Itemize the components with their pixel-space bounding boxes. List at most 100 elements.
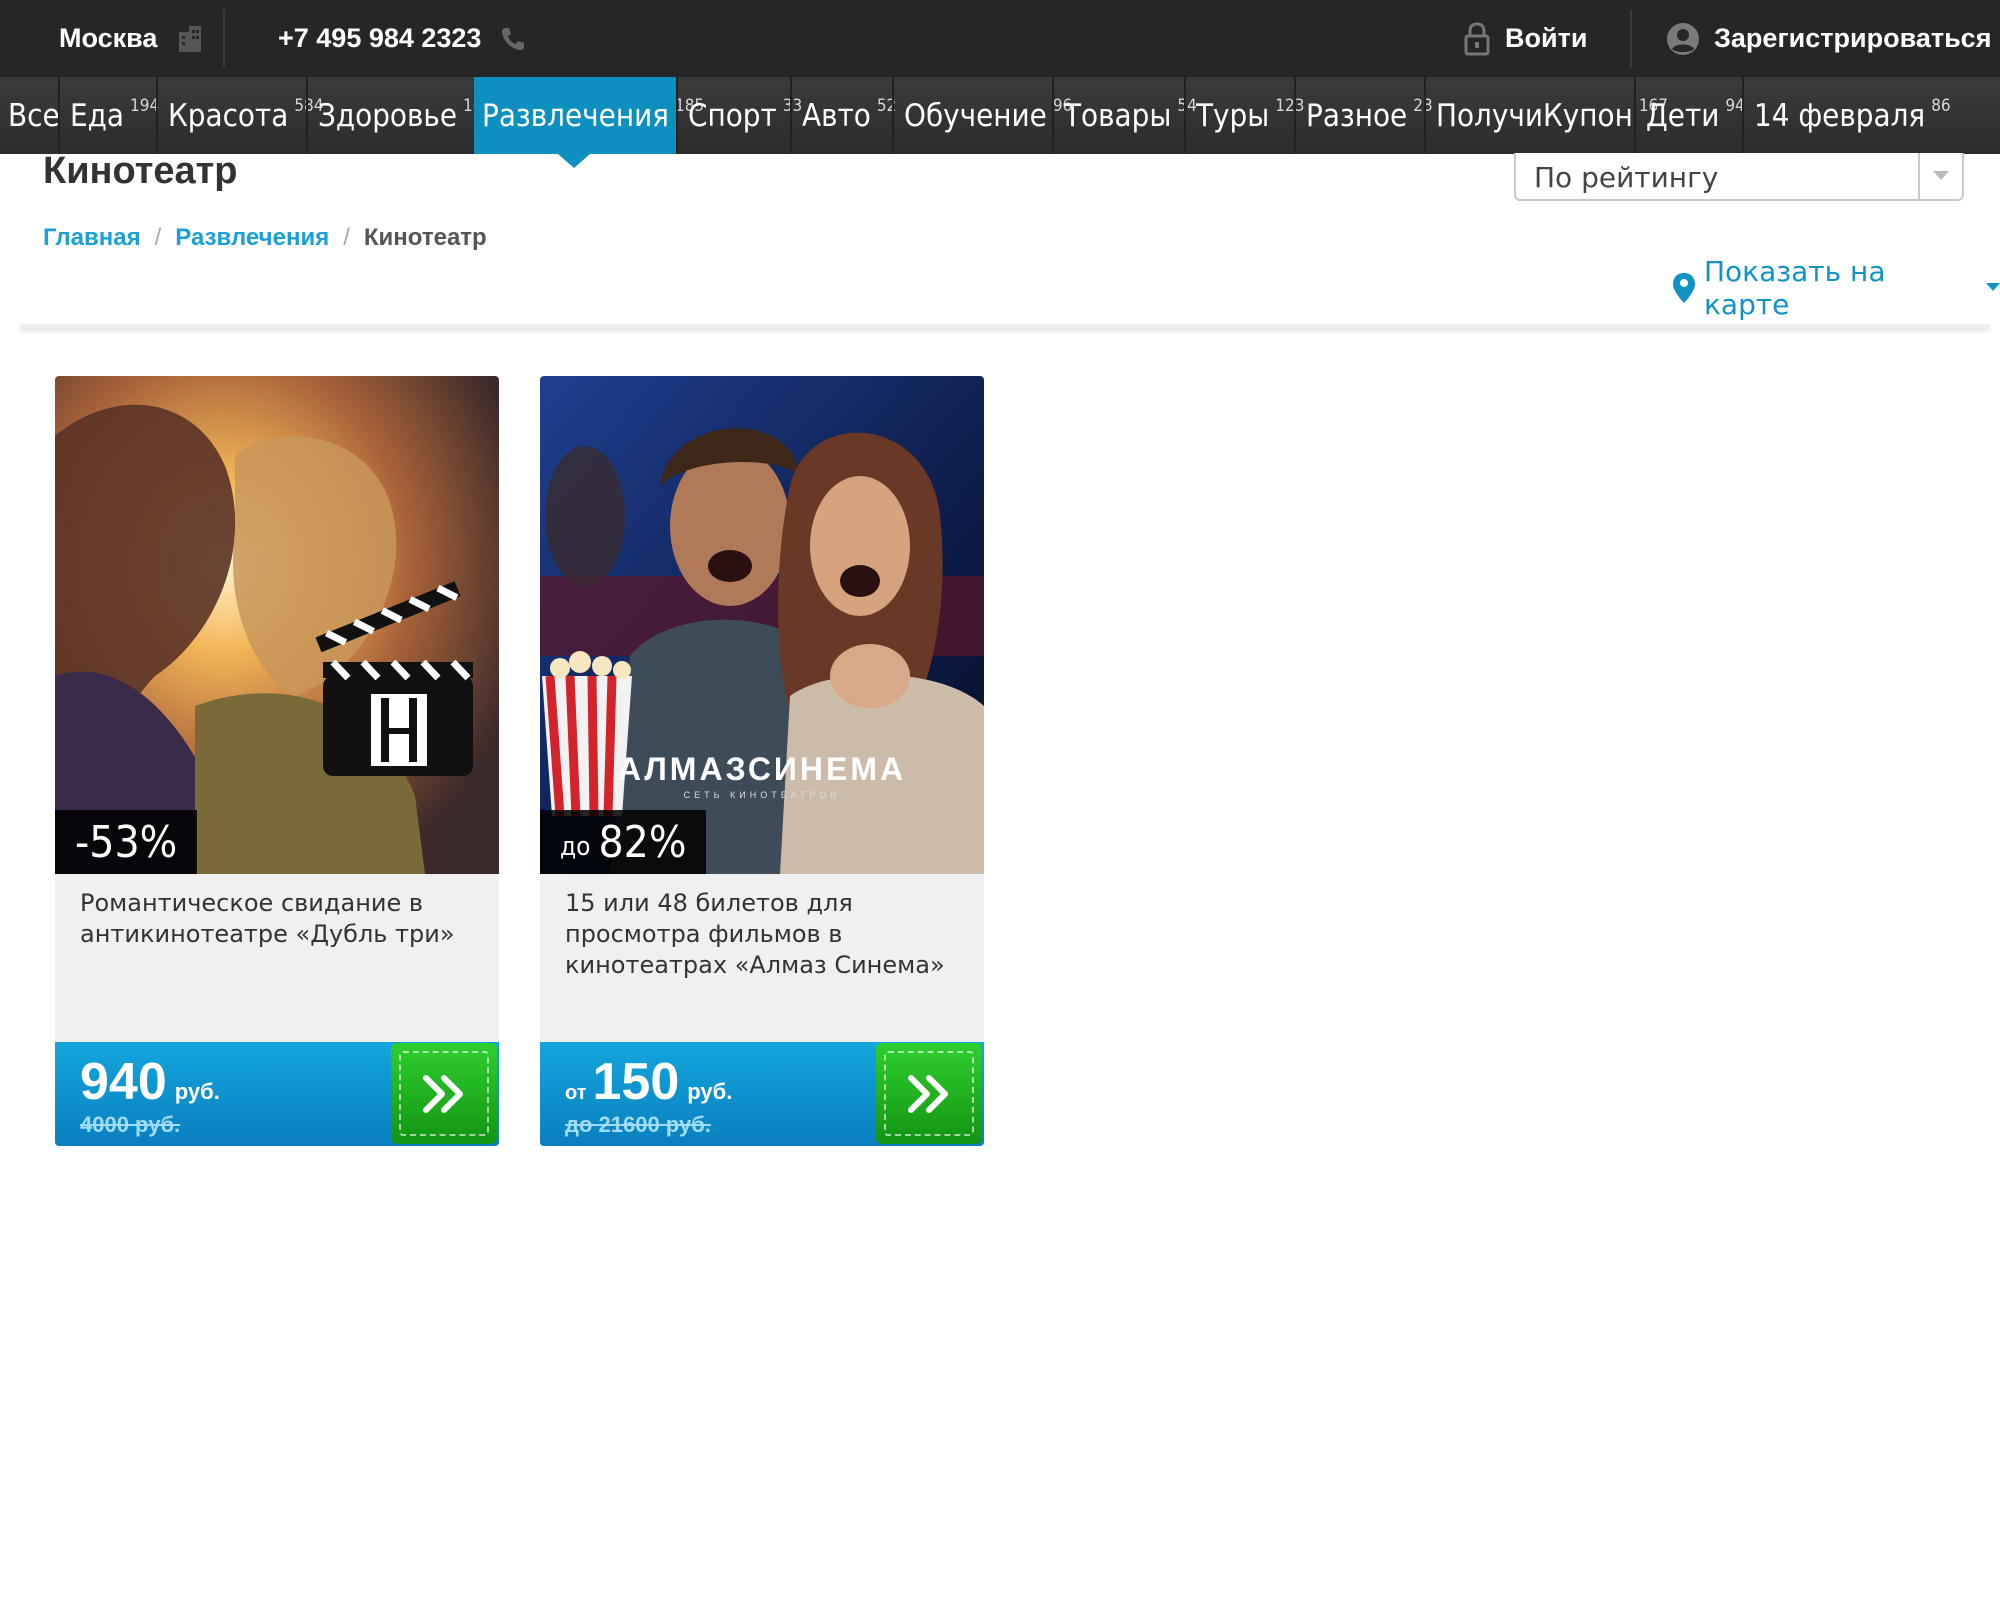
map-pin-icon xyxy=(1672,272,1696,304)
city-selector[interactable]: Москва xyxy=(59,0,205,77)
breadcrumb-separator: / xyxy=(343,224,350,251)
discount-badge: -53% xyxy=(55,810,198,874)
nav-divider xyxy=(156,77,158,154)
user-icon xyxy=(1666,22,1700,56)
price-bar: от 150 руб. до 21600 руб. xyxy=(540,1042,984,1146)
old-price: до 21600 руб. xyxy=(565,1112,711,1137)
nav-divider xyxy=(1294,77,1296,154)
deal-card[interactable]: -53% Романтическое свидание в антикиноте… xyxy=(55,376,499,1146)
register-label: Зарегистрироваться xyxy=(1714,23,1992,53)
top-bar: Москва +7 495 984 2323 Войти Зарегистрир… xyxy=(0,0,2000,77)
deal-title[interactable]: Романтическое свидание в антикинотеатре … xyxy=(80,888,480,950)
nav-item-coupon[interactable]: ПолучиКупон 167 xyxy=(1428,77,1668,154)
phone-link[interactable]: +7 495 984 2323 xyxy=(278,0,527,77)
nav-label: Спорт xyxy=(688,97,777,134)
nav-item-health[interactable]: Здоровье164 xyxy=(310,77,492,154)
double-chevron-right-icon xyxy=(422,1074,466,1114)
lock-icon xyxy=(1463,21,1491,57)
phone-icon xyxy=(499,25,527,53)
nav-item-goods[interactable]: Товары 54 xyxy=(1056,77,1197,154)
deal-card[interactable]: АЛМАЗСИНЕМА СЕТЬ КИНОТЕАТРОВ до 82% 15 и… xyxy=(540,376,984,1146)
nav-divider xyxy=(790,77,792,154)
price-value: 940 xyxy=(80,1053,167,1111)
double-chevron-right-icon xyxy=(907,1074,951,1114)
nav-item-kids[interactable]: Дети 94 xyxy=(1638,77,1745,154)
price: от 150 руб. xyxy=(565,1052,732,1112)
nav-divider xyxy=(306,77,308,154)
nav-label: Обучение xyxy=(904,97,1047,134)
caret-down-icon xyxy=(1986,283,2000,293)
price-unit: руб. xyxy=(174,1079,220,1104)
topbar-divider xyxy=(1630,10,1632,67)
phone-number: +7 495 984 2323 xyxy=(278,23,482,53)
sort-select[interactable]: По рейтингу xyxy=(1514,153,1964,201)
login-link[interactable]: Войти xyxy=(1463,0,1587,77)
price-bar: 940 руб. 4000 руб. xyxy=(55,1042,499,1146)
nav-divider xyxy=(1742,77,1744,154)
nav-divider xyxy=(1052,77,1054,154)
open-deal-button[interactable] xyxy=(391,1043,497,1144)
category-nav: Все Еда 194 Красота584 Здоровье164 Развле… xyxy=(0,77,2000,154)
nav-item-beauty[interactable]: Красота 584 xyxy=(160,77,324,154)
header-divider xyxy=(20,324,1990,328)
breadcrumb-section-link[interactable]: Развлечения xyxy=(175,224,329,252)
nav-divider xyxy=(892,77,894,154)
sort-selected-value: По рейтингу xyxy=(1534,161,1719,194)
active-nav-pointer xyxy=(558,154,590,168)
nav-item-entertainment[interactable]: Развлечения 185 xyxy=(474,77,704,154)
nav-item-education[interactable]: Обучение 96 xyxy=(896,77,1072,154)
deal-image[interactable]: АЛМАЗСИНЕМА СЕТЬ КИНОТЕАТРОВ до 82% xyxy=(540,376,984,874)
nav-item-misc[interactable]: Разное 23 xyxy=(1298,77,1433,154)
nav-label: Красота xyxy=(168,97,289,134)
nav-divider xyxy=(1634,77,1636,154)
cinema-logo-subtitle: СЕТЬ КИНОТЕАТРОВ xyxy=(684,790,841,800)
nav-divider xyxy=(1424,77,1426,154)
price: 940 руб. xyxy=(80,1052,220,1112)
price-value: 150 xyxy=(592,1053,680,1111)
nav-item-all[interactable]: Все xyxy=(0,77,60,154)
deal-title[interactable]: 15 или 48 билетов для просмотра фильмов … xyxy=(565,888,965,981)
city-label: Москва xyxy=(59,23,158,53)
breadcrumb-separator: / xyxy=(154,224,162,251)
nav-divider xyxy=(676,77,678,154)
login-label: Войти xyxy=(1505,23,1588,53)
map-link-label: Показать на карте xyxy=(1704,255,1886,321)
deal-image[interactable]: -53% xyxy=(55,376,499,874)
price-prefix: от xyxy=(565,1082,587,1104)
page-title: Кинотеатр xyxy=(43,150,238,192)
old-price: 4000 руб. xyxy=(80,1112,181,1137)
nav-item-food[interactable]: Еда 194 xyxy=(62,77,160,154)
nav-divider xyxy=(58,77,60,154)
nav-count: 194 xyxy=(130,96,160,116)
show-on-map-link[interactable]: Показать на карте xyxy=(1672,255,2000,321)
nav-item-feb14[interactable]: 14 февраля 86 xyxy=(1746,77,1951,154)
nav-label: Товары xyxy=(1064,97,1172,134)
nav-label: Туры xyxy=(1196,97,1270,134)
discount-value: 82% xyxy=(598,816,687,868)
cinema-logo-text: АЛМАЗСИНЕМА xyxy=(618,751,906,787)
nav-label: Разное xyxy=(1306,97,1408,134)
topbar-divider xyxy=(223,10,225,67)
breadcrumb-home-link[interactable]: Главная xyxy=(43,224,141,252)
nav-item-auto[interactable]: Авто 52 xyxy=(794,77,896,154)
open-deal-button[interactable] xyxy=(876,1043,982,1144)
nav-label: Все xyxy=(8,97,60,134)
nav-label: Еда xyxy=(70,97,124,134)
register-link[interactable]: Зарегистрироваться xyxy=(1666,0,1991,77)
nav-count: 86 xyxy=(1931,96,1951,116)
nav-item-tours[interactable]: Туры 123 xyxy=(1188,77,1304,154)
breadcrumb: Главная / Развлечения / Кинотеатр xyxy=(43,224,487,252)
price-unit: руб. xyxy=(687,1079,733,1104)
chevron-down-icon xyxy=(1918,153,1962,199)
building-icon xyxy=(175,24,205,54)
breadcrumb-current: Кинотеатр xyxy=(363,224,487,251)
nav-item-sport[interactable]: Спорт 33 xyxy=(680,77,802,154)
nav-divider xyxy=(1184,77,1186,154)
nav-label: ПолучиКупон xyxy=(1436,97,1633,134)
discount-prefix: до xyxy=(560,832,591,862)
discount-badge: до 82% xyxy=(540,810,707,874)
discount-value: -53% xyxy=(75,816,178,868)
nav-label: Дети xyxy=(1646,97,1720,134)
nav-label: Авто xyxy=(802,97,871,134)
nav-label: 14 февраля xyxy=(1754,97,1926,134)
